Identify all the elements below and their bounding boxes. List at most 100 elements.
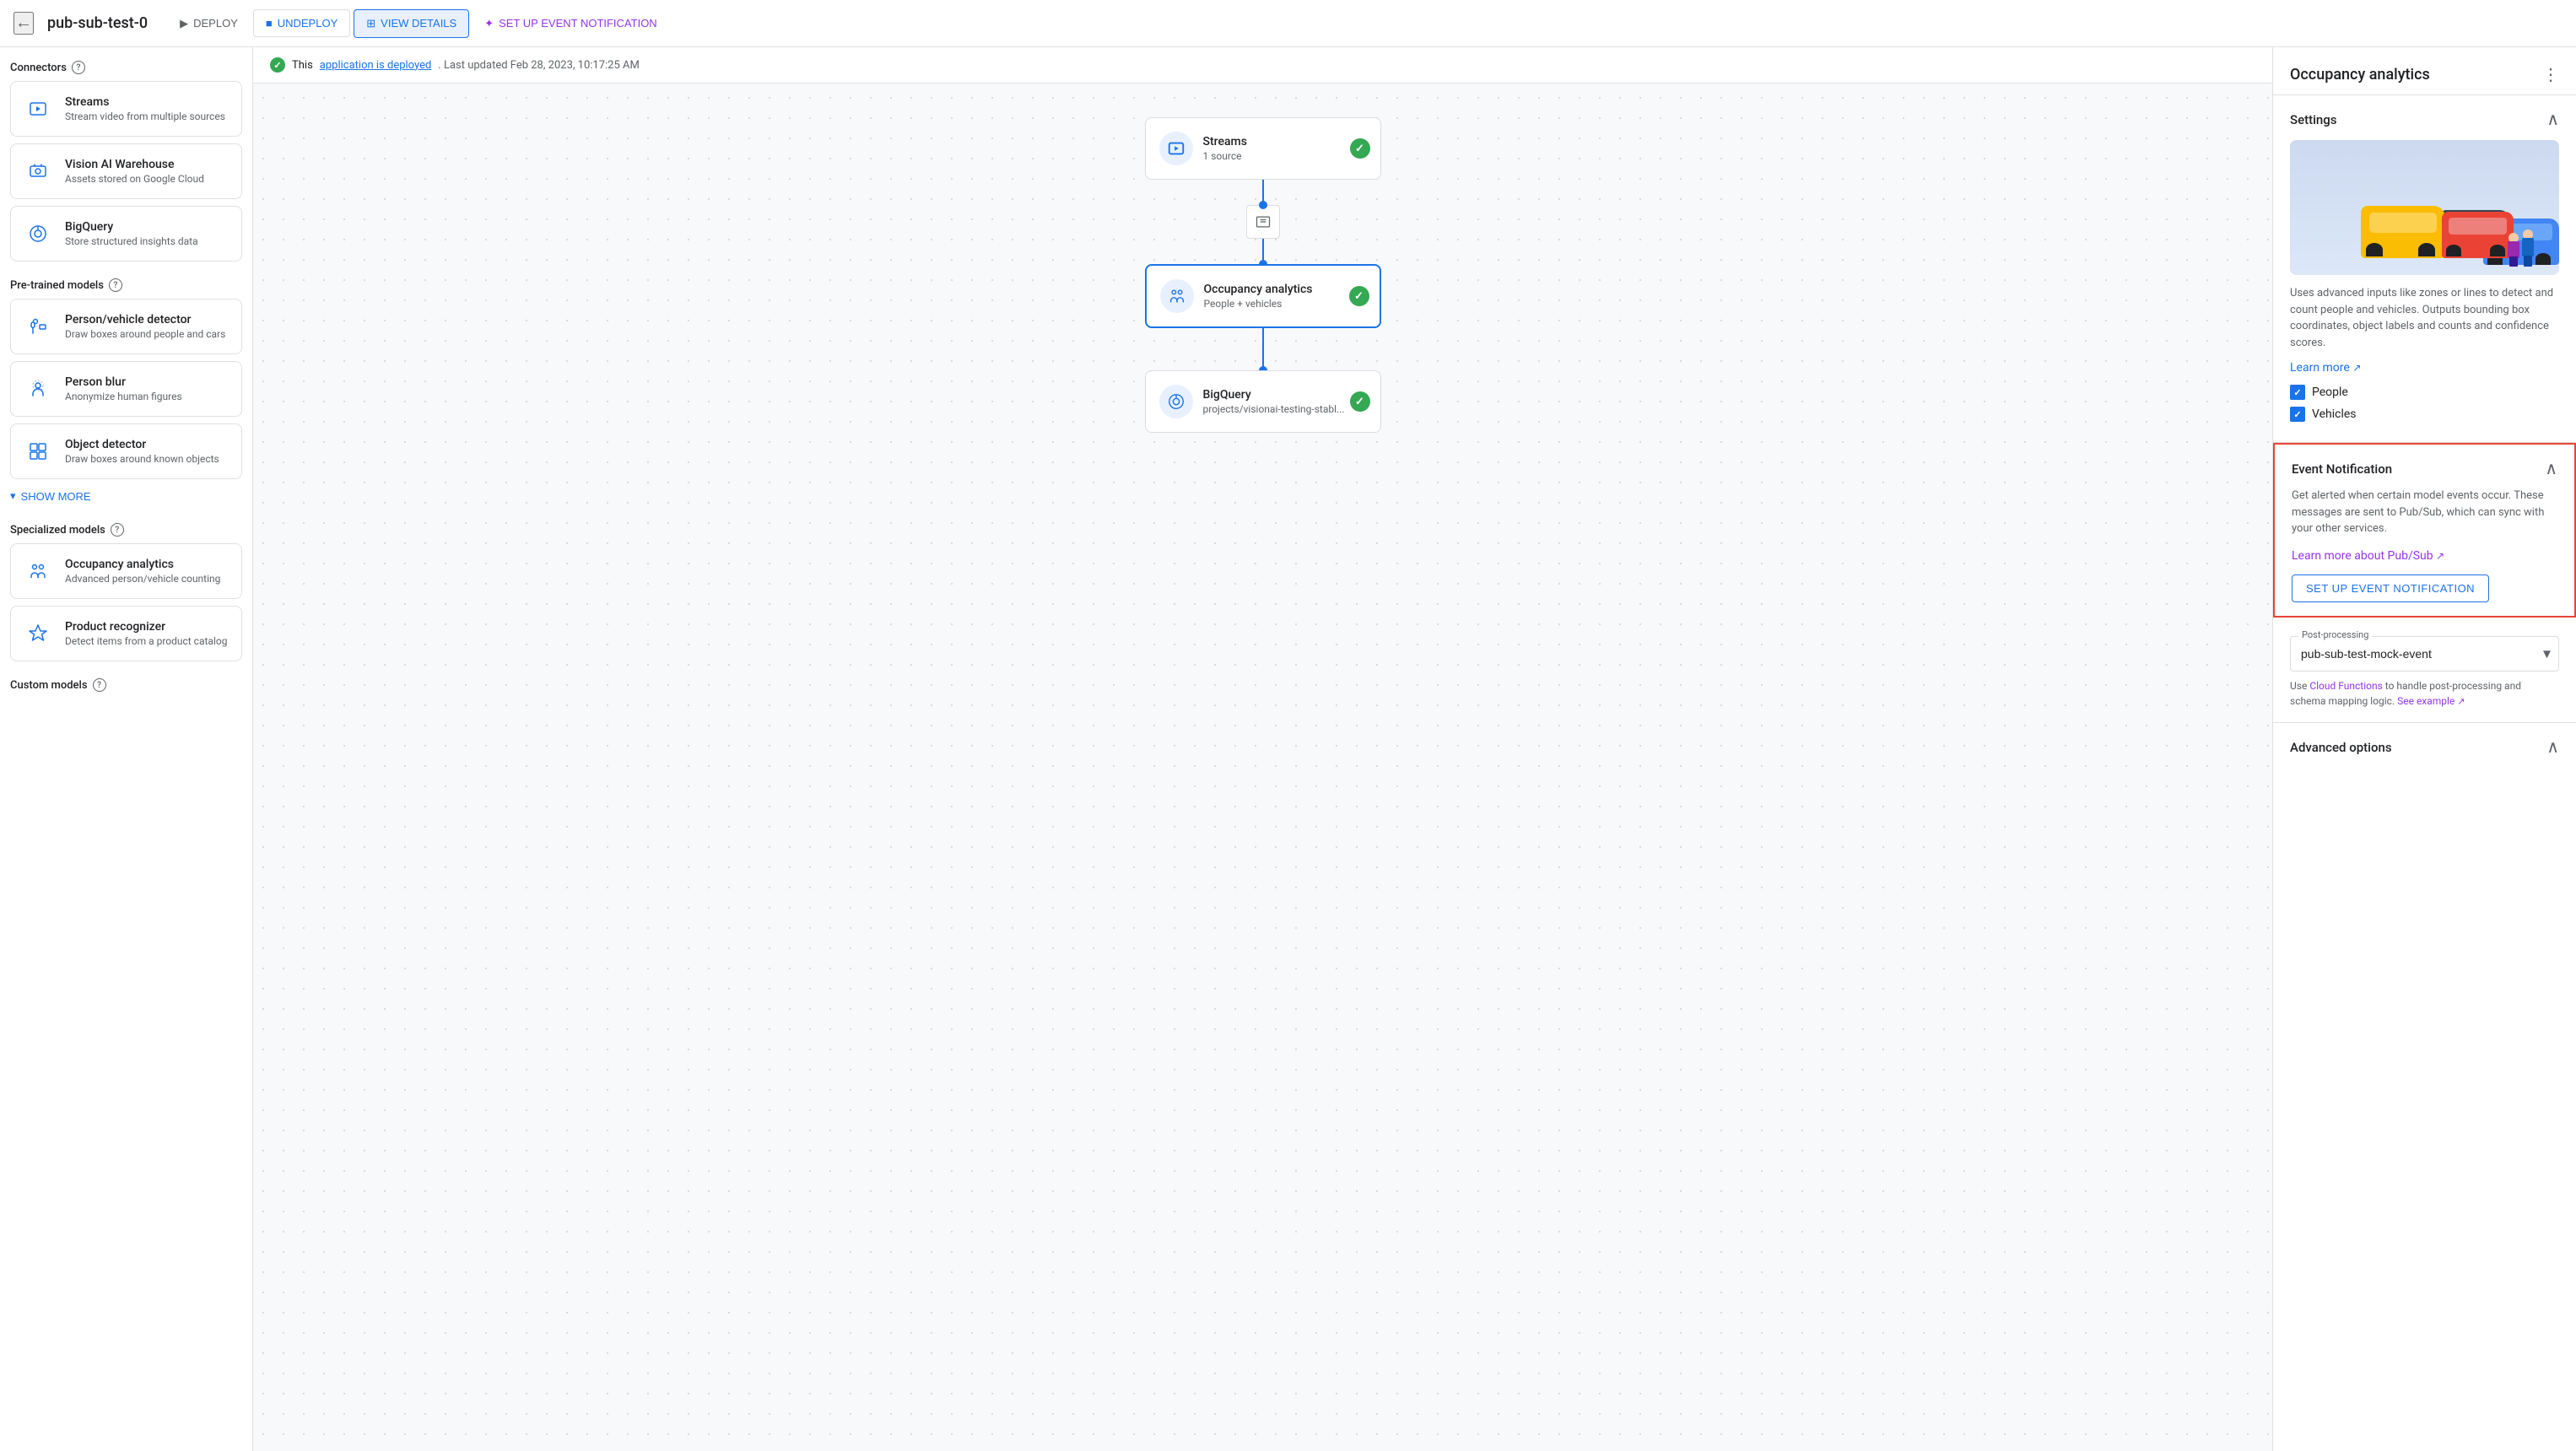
flow-bigquery-icon — [1159, 385, 1193, 418]
connectors-help-icon[interactable]: ? — [72, 61, 85, 74]
show-more-button[interactable]: ▾ SHOW MORE — [10, 486, 91, 506]
flow-connector-box[interactable] — [1246, 205, 1280, 239]
pretrained-section-title: Pre-trained models ? — [10, 278, 242, 292]
sidebar-item-streams[interactable]: Streams Stream video from multiple sourc… — [10, 81, 242, 137]
specialized-help-icon[interactable]: ? — [111, 523, 124, 537]
flow-node-bigquery[interactable]: BigQuery projects/visionai-testing-stabl… — [1145, 370, 1381, 433]
flow-node-streams[interactable]: Streams 1 source ✓ — [1145, 117, 1381, 180]
flow-occupancy-icon — [1160, 279, 1194, 313]
flow-streams-icon — [1159, 132, 1193, 165]
preview-inner — [2290, 140, 2559, 275]
event-notification-collapse-button[interactable]: ∧ — [2545, 458, 2557, 479]
settings-section: Settings ∧ — [2273, 95, 2576, 443]
event-notification-desc: Get alerted when certain model events oc… — [2292, 488, 2557, 537]
advanced-options-collapse-button[interactable]: ∧ — [2546, 736, 2559, 758]
flow-segment-1 — [1246, 180, 1280, 264]
streams-icon — [21, 92, 55, 126]
flow-occupancy-info: Occupancy analytics People + vehicles — [1204, 283, 1313, 310]
right-panel-header: Occupancy analytics ⋮ — [2273, 47, 2576, 95]
occupancy-icon — [21, 554, 55, 588]
sidebar: Connectors ? Streams Stream video from m… — [0, 47, 253, 1451]
settings-header: Settings ∧ — [2290, 109, 2559, 130]
checkbox-people: People — [2290, 385, 2559, 400]
flow-bigquery-info: BigQuery projects/visionai-testing-stabl… — [1203, 388, 1345, 415]
flow-node-occupancy[interactable]: Occupancy analytics People + vehicles ✓ — [1145, 264, 1381, 328]
deploy-button[interactable]: ▶ DEPLOY — [168, 10, 250, 37]
topbar: ← pub-sub-test-0 ▶ DEPLOY ■ UNDEPLOY ⊞ V… — [0, 0, 2576, 47]
flow-segment-2 — [1262, 328, 1264, 370]
topbar-actions: ▶ DEPLOY ■ UNDEPLOY ⊞ VIEW DETAILS ✦ SET… — [168, 9, 669, 38]
person-blur-info: Person blur Anonymize human figures — [65, 375, 182, 402]
status-dot — [270, 57, 285, 73]
sidebar-item-bigquery[interactable]: BigQuery Store structured insights data — [10, 206, 242, 262]
pretrained-help-icon[interactable]: ? — [109, 278, 122, 292]
deploy-icon: ▶ — [180, 17, 188, 30]
settings-collapse-button[interactable]: ∧ — [2546, 109, 2559, 130]
post-processing-select[interactable]: pub-sub-test-mock-event — [2290, 636, 2559, 672]
setup-event-button[interactable]: ✦ SET UP EVENT NOTIFICATION — [473, 10, 668, 37]
post-processing-section: Post-processing pub-sub-test-mock-event … — [2273, 618, 2576, 724]
flow-streams-info: Streams 1 source — [1203, 135, 1247, 162]
undeploy-icon: ■ — [266, 17, 273, 30]
event-notification-section: Event Notification ∧ Get alerted when ce… — [2273, 443, 2576, 618]
sidebar-item-person-vehicle[interactable]: Person/vehicle detector Draw boxes aroun… — [10, 299, 242, 354]
learn-more-link[interactable]: Learn more — [2290, 361, 2350, 375]
checkbox-vehicles: Vehicles — [2290, 407, 2559, 422]
cloud-functions-link[interactable]: Cloud Functions — [2309, 680, 2382, 692]
sidebar-item-occupancy[interactable]: Occupancy analytics Advanced person/vehi… — [10, 543, 242, 599]
specialized-section: Specialized models ? Occupancy analytics… — [10, 523, 242, 661]
post-processing-note: Use Cloud Functions to handle post-proce… — [2290, 678, 2559, 709]
main-layout: Connectors ? Streams Stream video from m… — [0, 47, 2576, 1451]
page-title: pub-sub-test-0 — [47, 14, 148, 32]
occupancy-info: Occupancy analytics Advanced person/vehi… — [65, 558, 220, 585]
advanced-options-section: Advanced options ∧ — [2273, 723, 2576, 771]
setup-event-notification-button[interactable]: SET UP EVENT NOTIFICATION — [2292, 574, 2489, 602]
pretrained-section: Pre-trained models ? Person/vehicle dete… — [10, 278, 242, 479]
vision-ai-icon — [21, 154, 55, 188]
object-detector-icon — [21, 434, 55, 468]
person-vehicle-icon — [21, 310, 55, 343]
view-details-icon: ⊞ — [366, 17, 375, 30]
connectors-section-title: Connectors ? — [10, 61, 242, 74]
deployed-link[interactable]: application is deployed — [320, 59, 432, 72]
bigquery-info: BigQuery Store structured insights data — [65, 220, 198, 247]
people-checkbox[interactable] — [2290, 385, 2305, 400]
see-example-icon: ↗ — [2457, 696, 2465, 707]
streams-info: Streams Stream video from multiple sourc… — [65, 95, 225, 122]
sidebar-item-vision-ai[interactable]: Vision AI Warehouse Assets stored on Goo… — [10, 143, 242, 199]
flow-occupancy-check: ✓ — [1349, 286, 1369, 306]
vision-ai-info: Vision AI Warehouse Assets stored on Goo… — [65, 158, 204, 185]
status-suffix: . Last updated Feb 28, 2023, 10:17:25 AM — [438, 59, 640, 72]
pubsub-learn-more-link[interactable]: Learn more about Pub/Sub — [2292, 549, 2433, 563]
back-button[interactable]: ← — [14, 12, 34, 35]
external-link-icon: ↗ — [2352, 362, 2361, 374]
flow-bigquery-check: ✓ — [1350, 391, 1370, 412]
specialized-section-title: Specialized models ? — [10, 523, 242, 537]
custom-section-title: Custom models ? — [10, 678, 242, 692]
more-options-icon[interactable]: ⋮ — [2542, 64, 2559, 84]
pubsub-external-link-icon: ↗ — [2436, 550, 2444, 562]
canvas-area[interactable]: This application is deployed . Last upda… — [253, 47, 2272, 1451]
status-bar: This application is deployed . Last upda… — [253, 47, 2272, 84]
person-blur-icon — [21, 372, 55, 406]
vehicles-checkbox[interactable] — [2290, 407, 2305, 422]
preview-image — [2290, 140, 2559, 275]
product-recognizer-info: Product recognizer Detect items from a p… — [65, 620, 227, 647]
see-example-link[interactable]: See example — [2397, 695, 2454, 707]
custom-section: Custom models ? — [10, 678, 242, 692]
status-prefix: This — [292, 59, 313, 72]
bigquery-icon — [21, 217, 55, 251]
view-details-button[interactable]: ⊞ VIEW DETAILS — [354, 9, 469, 38]
sidebar-item-product-recognizer[interactable]: Product recognizer Detect items from a p… — [10, 606, 242, 661]
sidebar-item-person-blur[interactable]: Person blur Anonymize human figures — [10, 361, 242, 417]
panel-description: Uses advanced inputs like zones or lines… — [2290, 285, 2559, 351]
object-detector-info: Object detector Draw boxes around known … — [65, 438, 219, 465]
right-panel-title: Occupancy analytics — [2290, 66, 2430, 84]
undeploy-button[interactable]: ■ UNDEPLOY — [253, 9, 350, 37]
person-vehicle-info: Person/vehicle detector Draw boxes aroun… — [65, 313, 225, 340]
custom-help-icon[interactable]: ? — [93, 678, 106, 692]
flow-streams-check: ✓ — [1350, 138, 1370, 159]
advanced-options-header: Advanced options ∧ — [2290, 736, 2559, 758]
post-processing-select-wrapper: Post-processing pub-sub-test-mock-event … — [2290, 636, 2559, 672]
sidebar-item-object-detector[interactable]: Object detector Draw boxes around known … — [10, 423, 242, 479]
